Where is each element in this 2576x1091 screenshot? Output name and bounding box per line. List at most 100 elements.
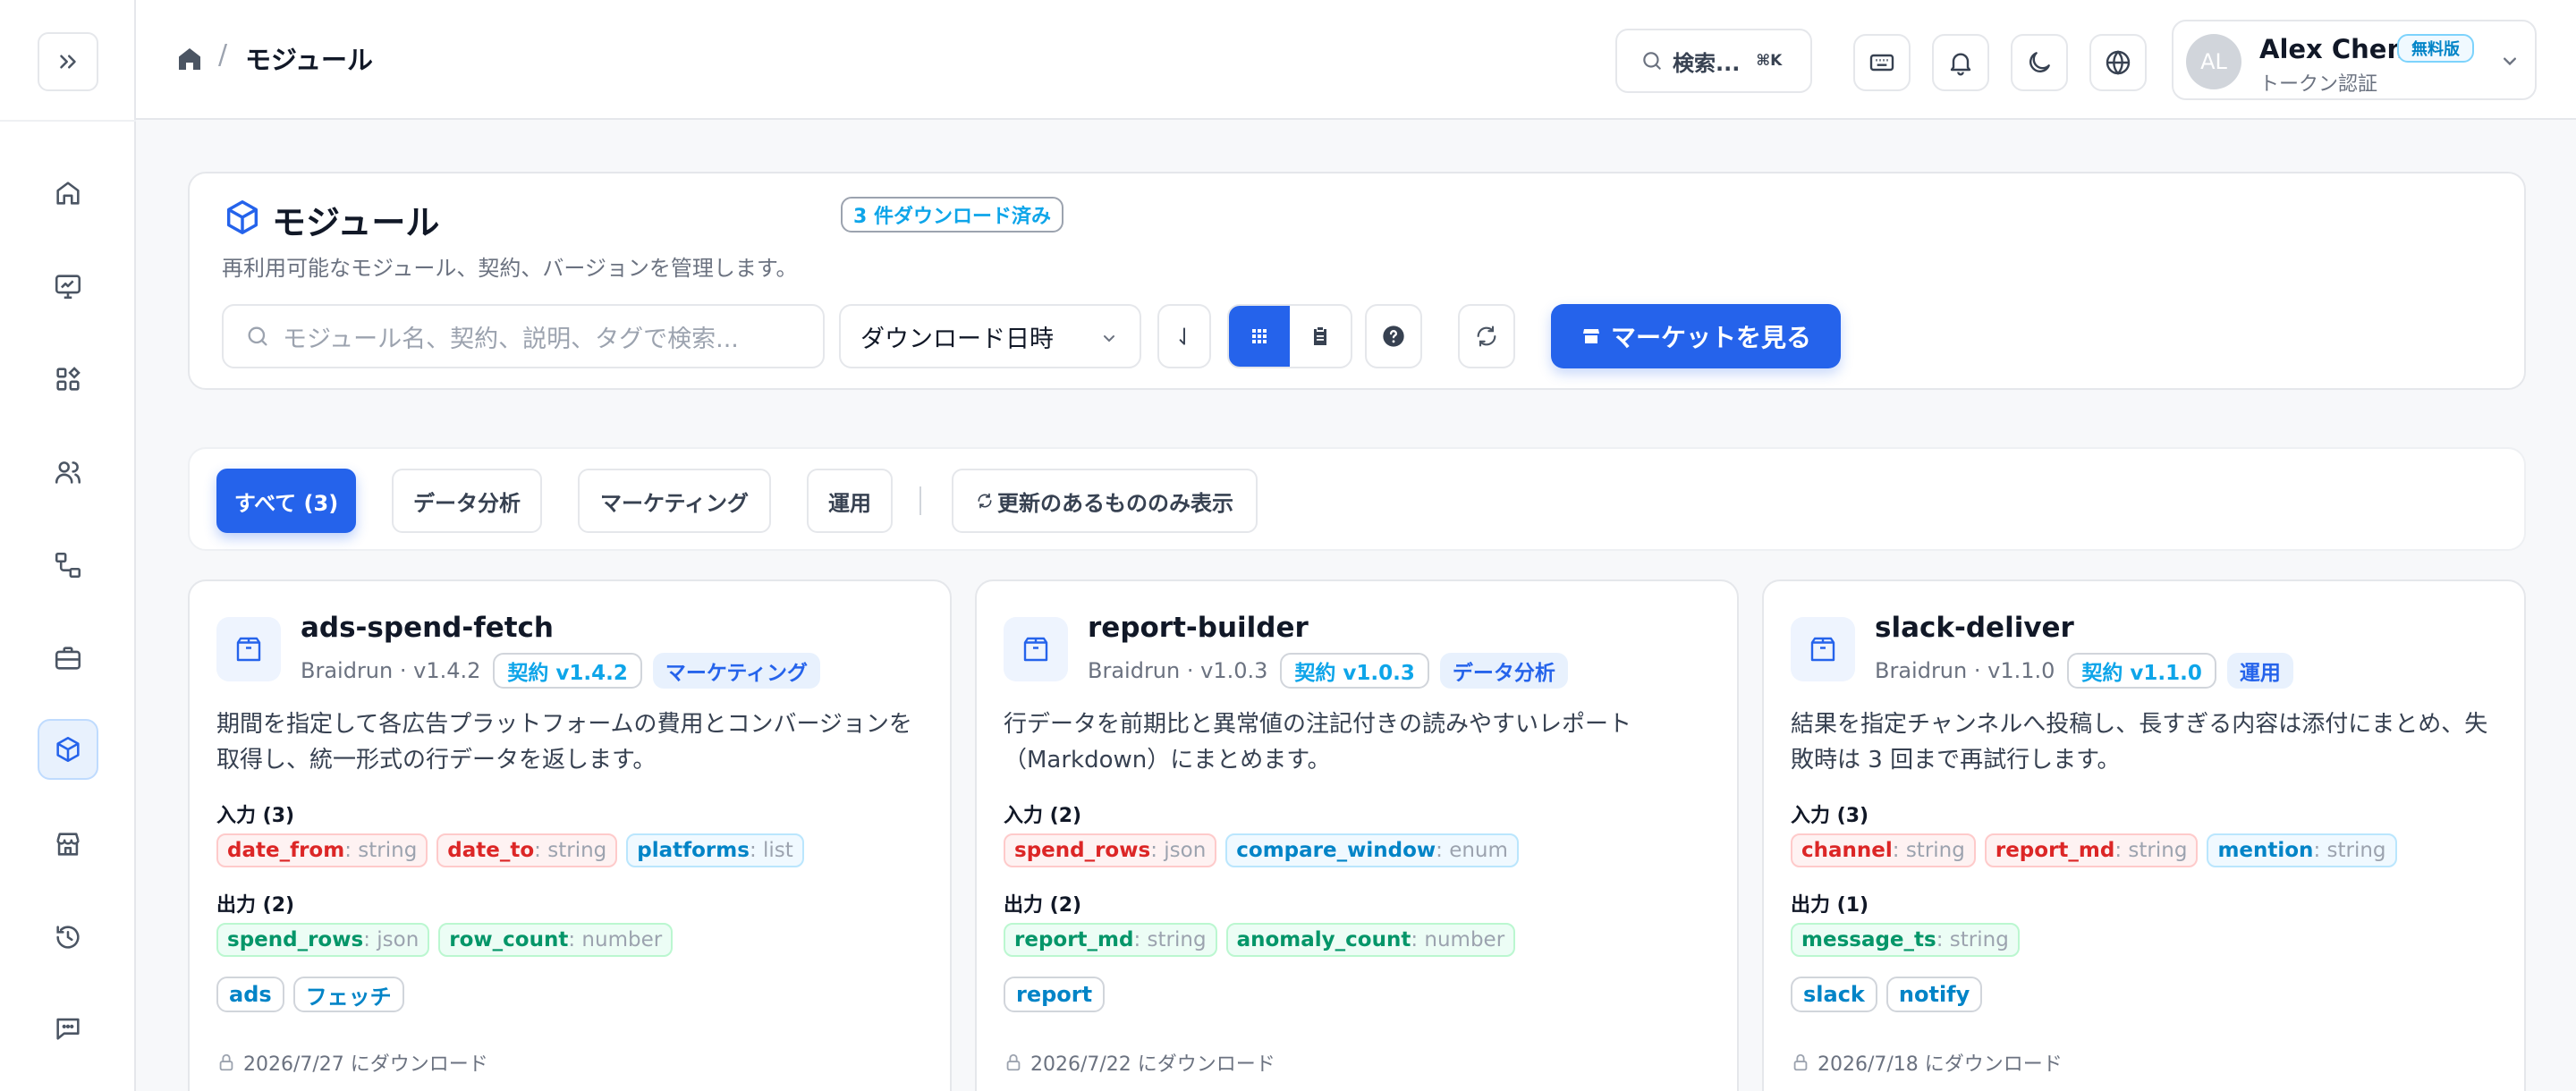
filter-all[interactable]: すべて (3)	[216, 469, 356, 533]
contract-badge: 契約 v1.4.2	[493, 653, 642, 689]
sidebar-item-chat[interactable]	[38, 998, 98, 1059]
sidebar-item-modules[interactable]	[38, 719, 98, 780]
category-filter-bar: すべて (3) データ分析 マーケティング 運用 更新のあるもののみ表示	[188, 447, 2526, 551]
module-card[interactable]: ads-spend-fetch Braidrun · v1.4.2 契約 v1.…	[188, 579, 952, 1091]
package-icon	[1791, 617, 1855, 681]
module-card[interactable]: report-builder Braidrun · v1.0.3 契約 v1.0…	[975, 579, 1739, 1091]
inputs-list: channel: string report_md: string mentio…	[1791, 833, 2406, 867]
tag[interactable]: slack	[1791, 977, 1877, 1012]
filter-updates-only[interactable]: 更新のあるもののみ表示	[952, 469, 1258, 533]
modules-header-card: モジュール 3 件ダウンロード済み 再利用可能なモジュール、契約、バージョンを管…	[188, 172, 2526, 390]
module-meta: Braidrun · v1.4.2 契約 v1.4.2 マーケティング	[301, 653, 831, 689]
module-name: report-builder	[1088, 612, 1309, 644]
download-date: 2026/7/18 にダウンロード	[1818, 1053, 2063, 1076]
sort-value: ダウンロード日時	[860, 325, 1054, 353]
refresh-icon	[1477, 326, 1496, 347]
cube-icon	[226, 200, 258, 234]
sidebar-item-apps[interactable]	[38, 349, 98, 410]
package-icon	[1004, 617, 1068, 681]
language-button[interactable]	[2089, 34, 2147, 91]
tag[interactable]: ads	[216, 977, 284, 1012]
package-icon	[216, 617, 281, 681]
chevrons-right-icon	[60, 55, 76, 69]
sort-select[interactable]: ダウンロード日時	[839, 304, 1141, 368]
history-icon	[56, 926, 80, 949]
workflow-icon	[55, 552, 81, 579]
module-description: 行データを前期比と異常値の注記付きの読みやすいレポート（Markdown）にまと…	[1004, 711, 1632, 774]
module-description: 結果を指定チャンネルへ投稿し、長すぎる内容は添付にまとめ、失敗時は 3 回まで再…	[1791, 711, 2488, 774]
sidebar	[0, 0, 136, 1091]
global-search-button[interactable]: 検索... ⌘K	[1615, 29, 1812, 93]
notifications-button[interactable]	[1932, 34, 1989, 91]
sidebar-item-users[interactable]	[38, 442, 98, 503]
list-view-button[interactable]	[1290, 306, 1351, 367]
input-pill: date_from: string	[216, 833, 428, 867]
sidebar-item-history[interactable]	[38, 907, 98, 968]
refresh-button[interactable]	[1458, 304, 1515, 368]
module-name: ads-spend-fetch	[301, 612, 554, 644]
sidebar-divider	[0, 120, 136, 122]
sidebar-item-workflows[interactable]	[38, 535, 98, 596]
filter-divider	[919, 486, 921, 515]
input-pill: spend_rows: json	[1004, 833, 1217, 867]
filter-marketing[interactable]: マーケティング	[578, 469, 771, 533]
category-badge: マーケティング	[652, 653, 821, 689]
help-circle-icon	[1383, 326, 1404, 347]
tag-list: ads フェッチ	[216, 977, 413, 1012]
input-pill: channel: string	[1791, 833, 1976, 867]
avatar: AL	[2186, 34, 2241, 89]
chevron-down-icon	[2504, 57, 2516, 66]
module-vendor-version: Braidrun · v1.0.3	[1088, 658, 1268, 683]
page-description: 再利用可能なモジュール、契約、バージョンを管理します。	[222, 256, 798, 281]
globe-icon	[2106, 50, 2131, 75]
users-icon	[55, 461, 81, 484]
moon-icon	[2029, 52, 2050, 72]
module-card[interactable]: slack-deliver Braidrun · v1.1.0 契約 v1.1.…	[1762, 579, 2526, 1091]
plan-badge: 無料版	[2397, 34, 2474, 63]
tag[interactable]: フェッチ	[292, 977, 404, 1012]
filter-data-analysis[interactable]: データ分析	[392, 469, 542, 533]
filter-updates-label: 更新のあるもののみ表示	[997, 490, 1233, 516]
download-info: 2026/7/27 にダウンロード	[216, 1048, 488, 1077]
outputs-list: message_ts: string	[1791, 923, 2029, 957]
download-info: 2026/7/18 にダウンロード	[1791, 1048, 2063, 1077]
cube-icon	[56, 736, 80, 763]
sidebar-item-dashboard[interactable]	[38, 256, 98, 317]
auth-method: トークン認証	[2259, 73, 2378, 96]
sort-direction-button[interactable]	[1157, 304, 1211, 368]
home-breadcrumb-icon[interactable]	[175, 45, 204, 73]
sidebar-item-toolbox[interactable]	[38, 628, 98, 689]
tag[interactable]: notify	[1885, 977, 1983, 1012]
view-market-button[interactable]: マーケットを見る	[1551, 304, 1841, 368]
theme-toggle-button[interactable]	[2011, 34, 2068, 91]
sidebar-item-home[interactable]	[38, 163, 98, 224]
search-placeholder: モジュール名、契約、説明、タグで検索...	[283, 325, 739, 353]
user-menu[interactable]: AL Alex Chen 無料版 トークン認証	[2172, 20, 2537, 100]
module-search-input[interactable]: モジュール名、契約、説明、タグで検索...	[222, 304, 825, 368]
expand-sidebar-button[interactable]	[38, 32, 98, 91]
search-icon	[248, 326, 267, 346]
tag[interactable]: report	[1004, 977, 1106, 1012]
input-pill: compare_window: enum	[1225, 833, 1519, 867]
help-button[interactable]	[1365, 304, 1422, 368]
category-badge: データ分析	[1439, 653, 1568, 689]
input-pill: mention: string	[2207, 833, 2397, 867]
download-date: 2026/7/22 にダウンロード	[1030, 1053, 1275, 1076]
module-name: slack-deliver	[1875, 612, 2074, 644]
module-meta: Braidrun · v1.1.0 契約 v1.1.0 運用	[1875, 653, 2304, 689]
input-pill: platforms: list	[626, 833, 804, 867]
user-name: Alex Chen	[2259, 34, 2406, 64]
top-header: / モジュール 検索... ⌘K AL Alex Chen 無料版 トークン認証	[136, 0, 2576, 120]
breadcrumb-separator: /	[218, 39, 228, 71]
grid-view-button[interactable]	[1229, 306, 1290, 367]
contract-badge: 契約 v1.1.0	[2067, 653, 2216, 689]
keyboard-shortcuts-button[interactable]	[1853, 34, 1911, 91]
module-vendor-version: Braidrun · v1.4.2	[301, 658, 481, 683]
store-icon	[1582, 329, 1599, 343]
search-label: 検索...	[1673, 50, 1741, 76]
sidebar-item-store[interactable]	[38, 814, 98, 875]
grid-view-icon	[1252, 329, 1267, 343]
outputs-list: report_md: string anomaly_count: number	[1004, 923, 1524, 957]
sort-descending-icon	[1179, 327, 1185, 345]
filter-operations[interactable]: 運用	[807, 469, 893, 533]
